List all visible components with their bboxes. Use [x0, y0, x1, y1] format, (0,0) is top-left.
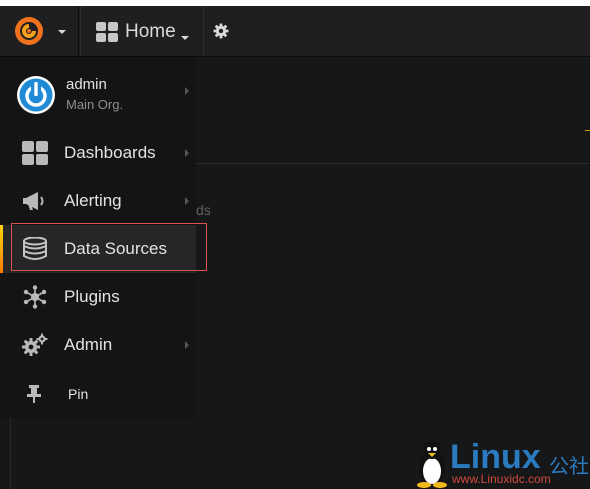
avatar — [17, 76, 55, 114]
sidebar-item-admin[interactable]: Admin — [0, 321, 196, 369]
panel-accent — [585, 130, 590, 131]
content-border — [10, 418, 11, 489]
sidebar-item-label: Admin — [64, 335, 113, 354]
megaphone-icon — [23, 192, 44, 210]
cogs-icon — [22, 333, 48, 356]
chevron-down-icon — [58, 30, 66, 34]
plugins-icon — [23, 285, 47, 309]
sidebar-item-dashboards[interactable]: Dashboards — [0, 129, 196, 177]
sidebar-item-plugins[interactable]: Plugins — [0, 273, 196, 321]
content-divider — [196, 163, 590, 164]
watermark-chinese: 公社 — [549, 456, 589, 478]
chevron-right-icon — [185, 87, 189, 95]
tux-penguin-icon — [417, 441, 447, 488]
dashboards-grid-icon — [22, 141, 48, 165]
sidebar-item-alerting[interactable]: Alerting — [0, 177, 196, 225]
sidebar-item-label: Plugins — [64, 287, 120, 306]
chevron-right-icon — [185, 341, 189, 349]
sidebar-item-pin[interactable]: Pin — [0, 370, 196, 418]
gear-icon[interactable] — [212, 22, 230, 40]
watermark: Linux 公社 www.Linuxidc.com — [412, 438, 590, 489]
org-name: Main Org. — [66, 97, 124, 112]
dashboard-picker-button[interactable]: Home — [80, 6, 204, 56]
chevron-right-icon — [185, 197, 189, 205]
background-text: ds — [196, 202, 211, 218]
annotation-highlight-box — [11, 223, 207, 271]
user-profile-item[interactable]: admin Main Org. — [0, 57, 196, 133]
dashboards-grid-icon — [96, 22, 118, 42]
sidebar-item-label: Dashboards — [64, 143, 156, 162]
sidebar-item-label: Alerting — [64, 191, 122, 210]
grafana-logo-icon — [15, 17, 43, 45]
active-indicator — [0, 225, 3, 273]
watermark-url: www.Linuxidc.com — [452, 472, 551, 486]
grafana-menu-button[interactable] — [0, 6, 79, 56]
chevron-down-icon — [181, 36, 189, 40]
pin-icon — [27, 385, 41, 403]
home-label: Home — [125, 21, 176, 42]
user-name: admin — [66, 76, 107, 93]
chevron-right-icon — [185, 149, 189, 157]
sidebar-item-label: Pin — [68, 386, 89, 402]
